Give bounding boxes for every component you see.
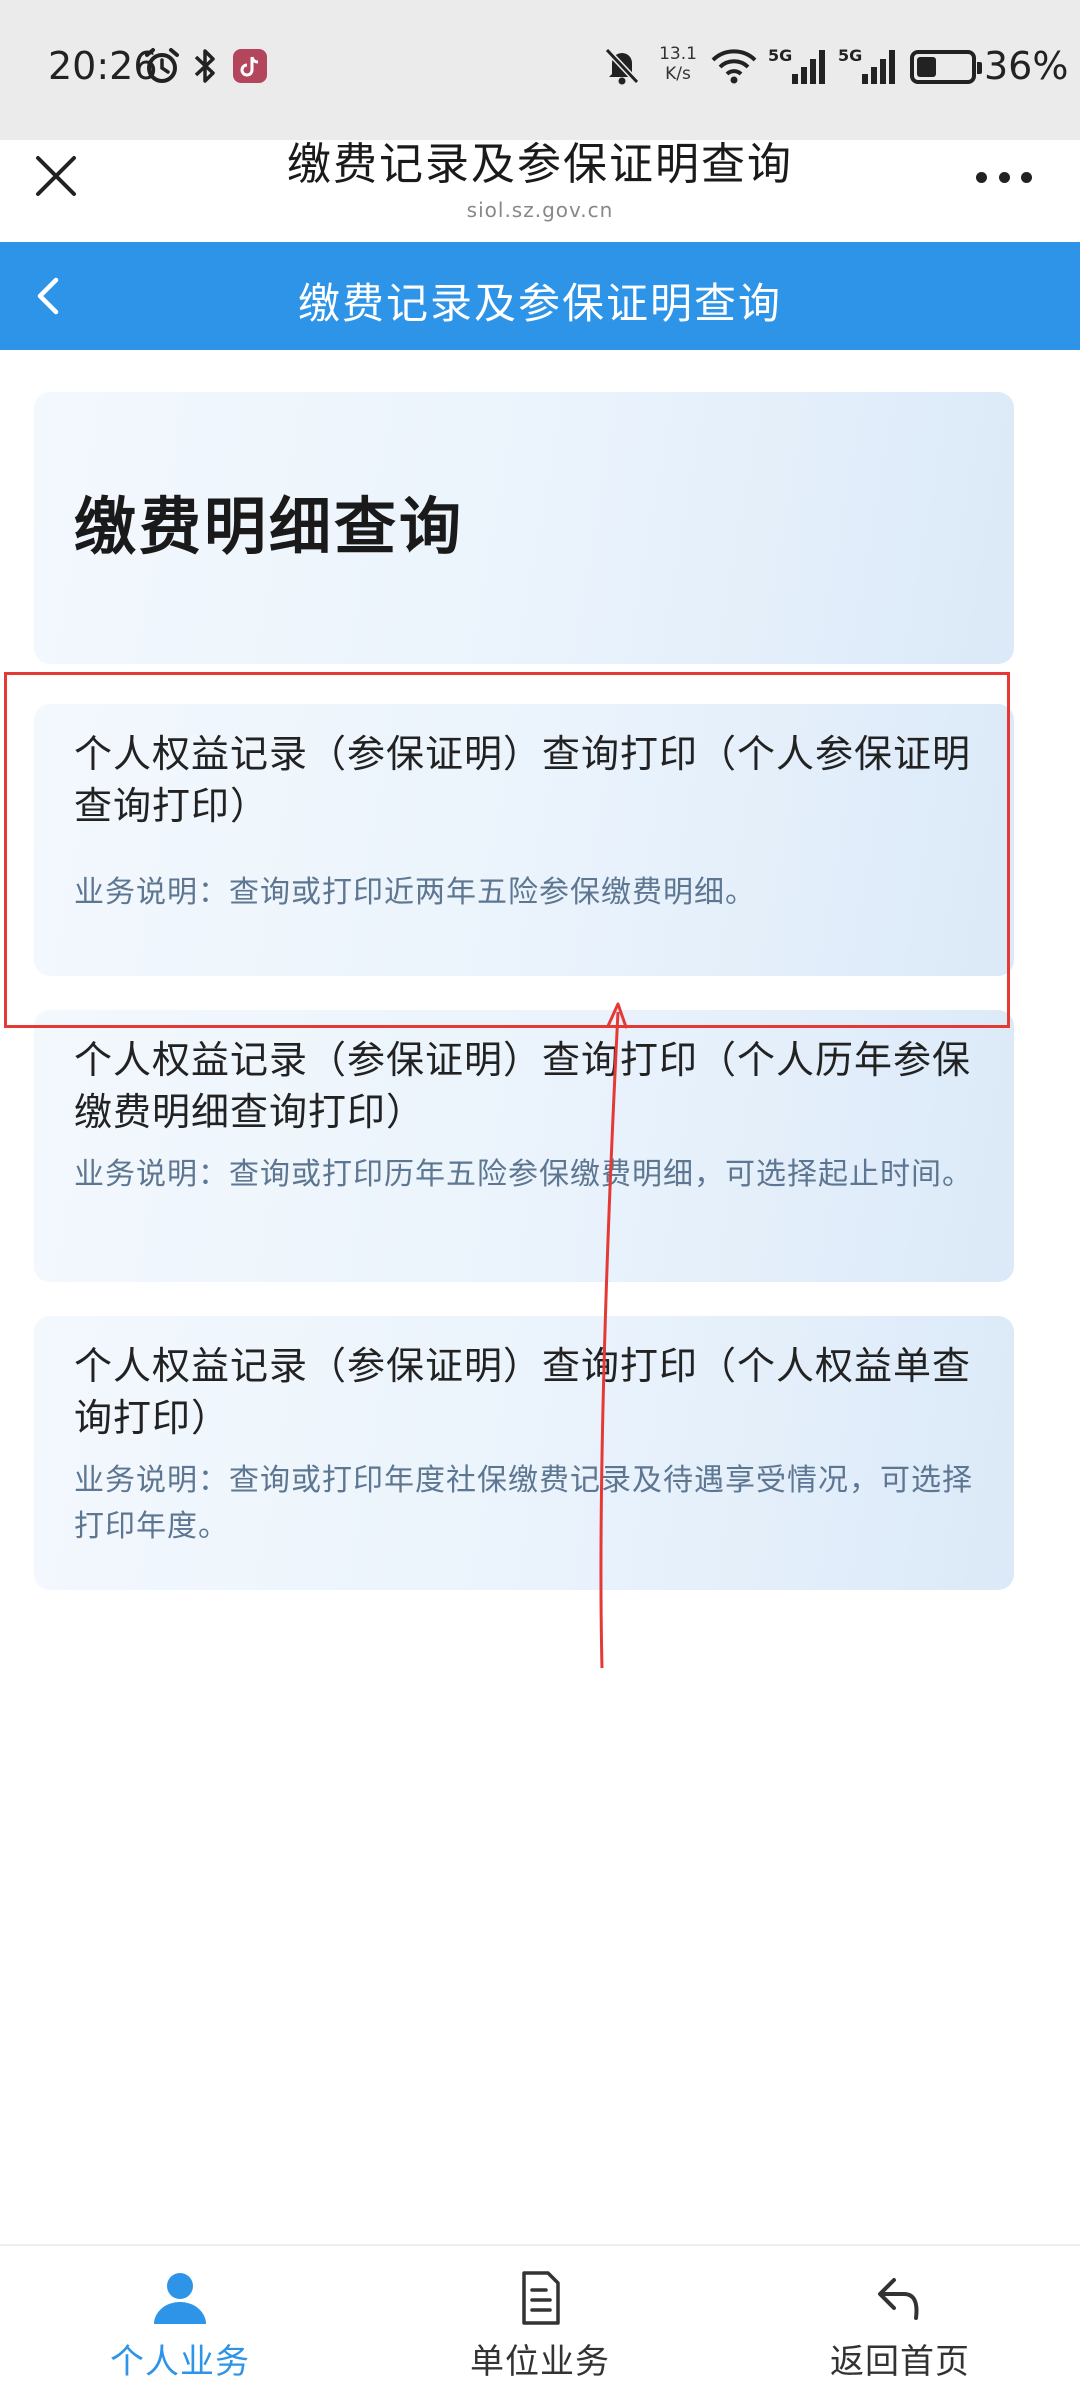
service-card-payment-history[interactable]: 个人权益记录（参保证明）查询打印（个人历年参保缴费明细查询打印） 业务说明：查询… [34,1010,1014,1282]
battery-icon [910,50,982,84]
service-description: 业务说明：查询或打印历年五险参保缴费明细，可选择起止时间。 [74,1157,973,1192]
service-description: 业务说明：查询或打印年度社保缴费记录及待遇享受情况，可选择打印年度。 [74,1463,973,1544]
bottom-nav: 个人业务 单位业务 返回首页 [0,2244,1080,2387]
bottom-nav-label: 单位业务 [470,2342,610,2382]
bell-muted-icon [602,46,642,86]
status-bar: 20:26 13.1 K/s 5G 5G 36% [0,0,1080,140]
section-title: 缴费明细查询 [74,490,465,563]
battery-percent: 36% [984,44,1069,88]
person-icon [154,2273,206,2324]
alarm-icon [142,46,182,86]
network-speed: 13.1 K/s [656,44,700,84]
tiktok-notification-icon [230,46,270,86]
battery-level [917,57,936,77]
more-icon [998,172,1010,183]
section-header-card: 缴费明细查询 [34,392,1014,664]
nav-bar: 缴费记录及参保证明查询 [0,242,1080,350]
nav-title: 缴费记录及参保证明查询 [297,279,782,328]
bluetooth-icon [190,46,220,86]
bottom-nav-home[interactable]: 返回首页 [770,2270,1030,2382]
page-title: 缴费记录及参保证明查询 [287,139,793,190]
cellular-signal-icon: 5G [768,46,830,86]
annotation-arrow [599,1002,628,1669]
page-url: siol.sz.gov.cn [466,198,614,222]
wifi-icon [710,46,758,86]
signal-1-label: 5G [768,46,793,65]
bottom-nav-unit[interactable]: 单位业务 [410,2270,670,2382]
return-icon [878,2278,919,2320]
bottom-nav-label: 返回首页 [830,2342,970,2382]
service-title: 个人权益记录（参保证明）查询打印（个人权益单查询打印） [74,1344,972,1440]
network-speed-value: 13.1 [659,44,697,64]
network-speed-unit: K/s [665,64,691,84]
service-title: 个人权益记录（参保证明）查询打印（个人历年参保缴费明细查询打印） [74,1038,972,1134]
more-icon [976,172,987,183]
bottom-nav-personal[interactable]: 个人业务 [50,2270,310,2382]
more-button[interactable] [976,172,1032,184]
annotation-highlight-box [4,672,1010,1028]
signal-2-label: 5G [838,46,863,65]
document-icon [522,2271,560,2325]
more-icon [1021,172,1032,183]
service-card-rights-statement[interactable]: 个人权益记录（参保证明）查询打印（个人权益单查询打印） 业务说明：查询或打印年度… [34,1316,1014,1590]
cellular-signal-icon: 5G [838,46,900,86]
bottom-nav-label: 个人业务 [110,2342,250,2382]
